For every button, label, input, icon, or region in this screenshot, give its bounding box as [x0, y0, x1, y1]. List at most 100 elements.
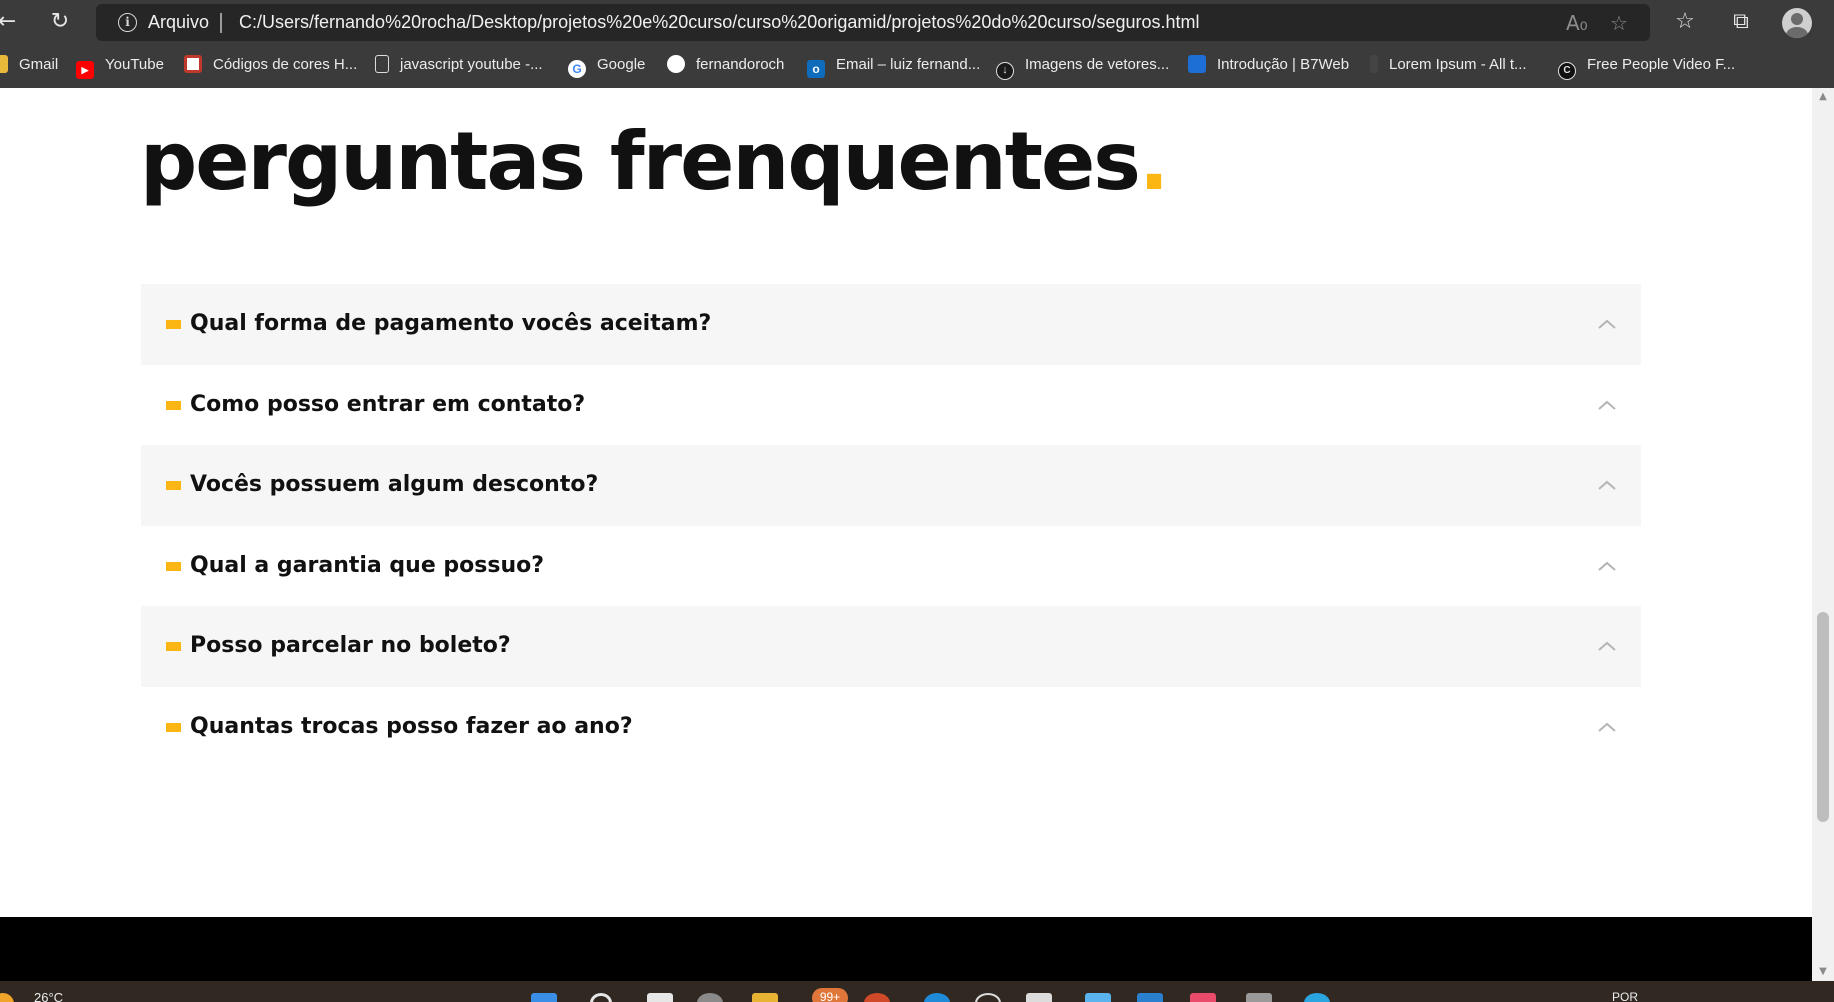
task-view-icon[interactable] [647, 993, 673, 1002]
faq-item-boleto[interactable]: Posso parcelar no boleto? [141, 606, 1641, 687]
file-explorer-icon[interactable] [752, 993, 778, 1002]
faq-bullet [166, 400, 181, 410]
chevron-up-icon[interactable] [1596, 556, 1618, 578]
search-icon[interactable] [590, 993, 612, 1002]
page-title-text: perguntas frenquentes [140, 115, 1141, 208]
outlook-icon: o [807, 60, 825, 78]
bookmark-label: Lorem Ipsum - All t... [1389, 56, 1527, 73]
bookmark-label: javascript youtube -... [400, 56, 543, 73]
faq-bullet [166, 320, 181, 329]
chevron-up-icon[interactable] [1596, 475, 1618, 497]
faq-bullet [166, 722, 181, 732]
color-codes-icon [184, 55, 202, 73]
weather-icon[interactable] [0, 993, 14, 1002]
bookmark-lorem-ipsum[interactable]: Lorem Ipsum - All t... [1370, 54, 1527, 76]
browser-chrome: ← ↻ i Arquivo C:/Users/fernando%20rocha/… [0, 0, 1834, 88]
read-aloud-icon[interactable]: A₀ [1566, 11, 1588, 35]
faq-question[interactable]: Quantas trocas posso fazer ao ano? [190, 713, 633, 741]
site-info-icon[interactable]: i [118, 13, 137, 32]
github-icon [667, 55, 685, 73]
chevron-up-icon[interactable] [1596, 314, 1618, 336]
bookmark-codigos-de-cores[interactable]: Códigos de cores H... [184, 54, 357, 76]
faq-question[interactable]: Qual forma de pagamento vocês aceitam? [190, 310, 711, 338]
bookmark-label: Códigos de cores H... [213, 56, 358, 73]
vscode-icon[interactable] [1137, 993, 1163, 1002]
faq-question[interactable]: Qual a garantia que possuo? [190, 552, 544, 580]
lorem-icon [1370, 55, 1378, 73]
edge-icon[interactable] [924, 993, 950, 1002]
browser-icon[interactable] [1304, 993, 1330, 1002]
faq-item-contato[interactable]: Como posso entrar em contato? [141, 365, 1641, 446]
browser-toolbar: ← ↻ i Arquivo C:/Users/fernando%20rocha/… [0, 0, 1834, 45]
google-icon: G [568, 60, 586, 78]
faq-item-pagamento[interactable]: Qual forma de pagamento vocês aceitam? [141, 284, 1641, 365]
bookmark-label: fernandoroch [696, 56, 785, 73]
faq-list: Qual forma de pagamento vocês aceitam? C… [141, 284, 1641, 767]
scrollbar-thumb[interactable] [1817, 612, 1829, 822]
faq-question[interactable]: Posso parcelar no boleto? [190, 632, 511, 660]
bookmark-github[interactable]: fernandoroch [667, 54, 784, 76]
windows-taskbar: 26°C 99+ POR [0, 981, 1834, 1002]
monitor-icon[interactable] [1246, 993, 1272, 1002]
chevron-up-icon[interactable] [1596, 395, 1618, 417]
faq-question[interactable]: Vocês possuem algum desconto? [190, 471, 598, 499]
address-bar[interactable]: i Arquivo C:/Users/fernando%20rocha/Desk… [96, 4, 1650, 41]
youtube-icon: ▶ [76, 61, 94, 79]
add-favorite-icon[interactable]: ☆ [1610, 11, 1628, 35]
coverr-icon: C [1558, 62, 1576, 80]
bookmark-imagens-de-vetores[interactable]: ↓ Imagens de vetores... [996, 54, 1170, 80]
chevron-up-icon[interactable] [1596, 636, 1618, 658]
address-separator [220, 13, 222, 33]
refresh-icon[interactable]: ↻ [45, 11, 75, 33]
weather-temperature[interactable]: 26°C [34, 990, 63, 1002]
bookmark-label: Free People Video F... [1587, 56, 1736, 73]
faq-bullet [166, 642, 181, 651]
language-indicator[interactable]: POR [1612, 990, 1638, 1002]
gmail-icon [0, 55, 8, 73]
back-icon[interactable]: ← [0, 11, 22, 33]
page-icon [375, 55, 389, 73]
start-icon[interactable] [531, 993, 557, 1002]
profile-avatar[interactable] [1782, 8, 1812, 38]
bookmarks-bar: Gmail ▶ YouTube Códigos de cores H... jav… [0, 50, 1834, 80]
collections-icon[interactable]: ⧉ [1726, 11, 1756, 33]
page-footer [0, 917, 1812, 981]
bookmark-b7web[interactable]: Introdução | B7Web [1188, 54, 1349, 76]
bookmark-label: YouTube [105, 56, 164, 73]
bookmark-free-people-video[interactable]: C Free People Video F... [1558, 54, 1736, 80]
chevron-up-icon[interactable] [1596, 717, 1618, 739]
notepad-icon[interactable] [1085, 993, 1111, 1002]
page-title: perguntas frenquentes. [140, 112, 1169, 212]
faq-item-desconto[interactable]: Vocês possuem algum desconto? [141, 445, 1641, 526]
faq-item-trocas[interactable]: Quantas trocas posso fazer ao ano? [141, 687, 1641, 768]
b7web-icon [1188, 55, 1206, 73]
github-desktop-icon[interactable] [975, 993, 1001, 1002]
vertical-scrollbar[interactable]: ▲ ▼ [1812, 88, 1834, 981]
bookmark-gmail[interactable]: Gmail [0, 54, 58, 76]
bookmark-label: Email – luiz fernand... [836, 56, 981, 73]
scroll-up-arrow-icon[interactable]: ▲ [1812, 88, 1834, 106]
bookmark-javascript-youtube[interactable]: javascript youtube -... [375, 54, 543, 76]
notification-badge: 99+ [812, 988, 848, 1002]
bookmark-label: Gmail [19, 56, 59, 73]
site-info-label[interactable]: Arquivo [148, 12, 209, 33]
chrome-icon[interactable] [697, 993, 723, 1002]
bookmark-label: Introdução | B7Web [1217, 56, 1350, 73]
faq-question[interactable]: Como posso entrar em contato? [190, 391, 585, 419]
bookmark-youtube[interactable]: ▶ YouTube [76, 54, 164, 79]
bookmark-label: Imagens de vetores... [1025, 56, 1170, 73]
url-text[interactable]: C:/Users/fernando%20rocha/Desktop/projet… [239, 12, 1200, 33]
favorites-icon[interactable]: ☆ [1670, 11, 1700, 33]
terminal-icon[interactable] [1026, 993, 1052, 1002]
web-page: perguntas frenquentes. Qual forma de pag… [0, 88, 1812, 918]
bookmark-google[interactable]: G Google [568, 54, 646, 78]
calendar-icon[interactable] [1190, 993, 1216, 1002]
bookmark-label: Google [597, 56, 646, 73]
faq-bullet [166, 481, 181, 490]
bookmark-email[interactable]: o Email – luiz fernand... [807, 54, 981, 78]
page-title-dot: . [1138, 115, 1169, 208]
faq-item-garantia[interactable]: Qual a garantia que possuo? [141, 526, 1641, 607]
app-icon[interactable] [864, 993, 890, 1002]
faq-bullet [166, 561, 181, 571]
scroll-down-arrow-icon[interactable]: ▼ [1812, 963, 1834, 981]
